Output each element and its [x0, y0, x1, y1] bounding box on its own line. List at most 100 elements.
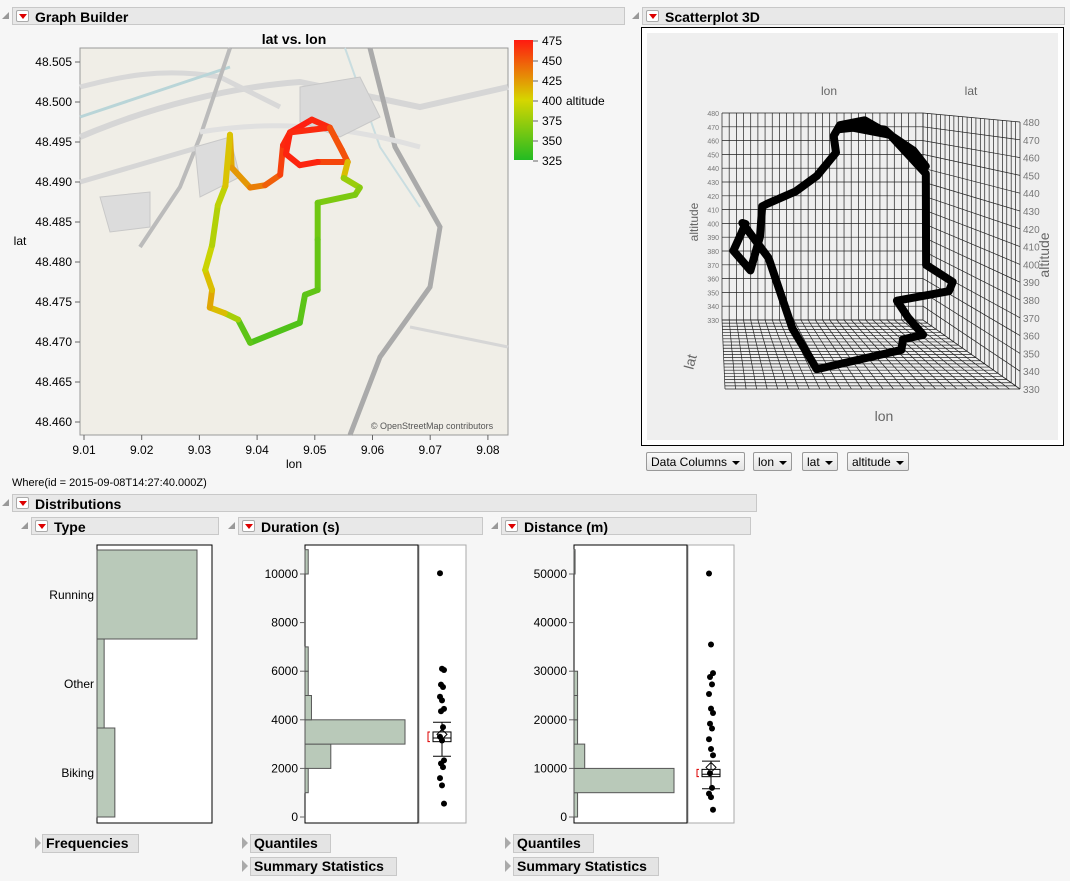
frequencies-outline[interactable]: Frequencies [42, 834, 139, 853]
data-columns-dropdown[interactable]: Data Columns [646, 452, 746, 471]
summary-statistics-outline-distance[interactable]: Summary Statistics [513, 857, 659, 876]
altitude-tick-label-left: 340 [707, 304, 719, 311]
altitude-tick-label-left: 470 [707, 125, 719, 132]
type-category-label: Running [49, 588, 94, 602]
legend-tick-label: 375 [542, 114, 562, 128]
lat-dropdown[interactable]: lat [802, 452, 838, 471]
quantiles-outline-duration[interactable]: Quantiles [250, 834, 331, 853]
red-triangle-menu-icon[interactable] [505, 520, 518, 532]
legend-tick-label: 475 [542, 34, 562, 48]
altitude-tick-label-right: 340 [1023, 367, 1040, 378]
duration-histogram-frame [304, 544, 419, 824]
histogram-bar [573, 792, 579, 818]
distance-panel-header: Distance (m) [501, 517, 751, 535]
histogram-bar [304, 670, 309, 696]
summary-statistics-outline-duration[interactable]: Summary Statistics [250, 857, 397, 876]
altitude-tick-label-right: 430 [1023, 207, 1040, 218]
collapse-scatter3d-icon[interactable] [632, 12, 639, 19]
histogram-bar [573, 670, 579, 696]
map-attribution: © OpenStreetMap contributors [371, 421, 494, 431]
data-point [440, 683, 446, 690]
data-point [710, 709, 716, 716]
altitude-tick-label-left: 390 [707, 235, 719, 242]
graph-builder-header: Graph Builder [12, 7, 625, 25]
data-point [707, 770, 713, 777]
data-point [437, 775, 443, 782]
chevron-down-icon [732, 460, 741, 465]
altitude-tick-label-left: 400 [707, 221, 719, 228]
route-segment [277, 142, 287, 178]
altitude-tick-label-right: 440 [1023, 189, 1040, 200]
altitude-tick-label-right: 330 [1023, 385, 1040, 396]
data-point [441, 666, 447, 673]
data-point [708, 641, 714, 648]
header-title: Type [54, 519, 86, 535]
data-point [706, 736, 712, 743]
altitude-tick-label-right: 390 [1023, 278, 1040, 289]
altitude-tick-label-left: 420 [707, 194, 719, 201]
histogram-bar [304, 743, 332, 769]
collapse-distance-icon[interactable] [491, 522, 498, 529]
legend-tick-label: 425 [542, 74, 562, 88]
altitude-tick-label-left: 350 [707, 290, 719, 297]
altitude-dropdown[interactable]: altitude [847, 452, 909, 471]
lon-axis-label-bottom: lon [875, 408, 894, 424]
red-triangle-menu-icon[interactable] [16, 10, 29, 22]
lon-dropdown[interactable]: lon [753, 452, 793, 471]
y-tick-label: 4000 [271, 713, 298, 727]
data-point [709, 784, 715, 791]
data-point [440, 724, 446, 731]
disclosure-icon[interactable] [35, 837, 41, 849]
collapse-type-icon[interactable] [21, 522, 28, 529]
collapse-graph-builder-icon[interactable] [2, 12, 9, 19]
y-tick-label: 48.465 [35, 375, 72, 389]
distributions-header: Distributions [12, 494, 757, 512]
histogram-bar [304, 719, 406, 745]
data-point [709, 681, 715, 688]
y-tick-label: 0 [560, 810, 567, 824]
x-tick-label: 9.02 [130, 443, 154, 457]
graph-builder-plot: lat vs. lon © OpenStreetMap contributors… [14, 31, 605, 471]
y-tick-label: 48.475 [35, 295, 72, 309]
red-triangle-menu-icon[interactable] [16, 497, 29, 509]
y-tick-label: 48.490 [35, 175, 72, 189]
disclosure-icon[interactable] [242, 860, 248, 872]
quantiles-outline-distance[interactable]: Quantiles [513, 834, 594, 853]
collapse-duration-icon[interactable] [228, 522, 235, 529]
disclosure-icon[interactable] [505, 860, 511, 872]
data-point [441, 800, 447, 807]
histogram-bar [304, 646, 309, 672]
lon-axis-label-top: lon [821, 84, 837, 98]
chevron-down-icon [824, 460, 833, 465]
data-point [439, 697, 445, 704]
trace-3d [729, 116, 957, 374]
y-tick-label: 0 [291, 810, 298, 824]
dropdown-label: lat [807, 455, 820, 469]
red-triangle-menu-icon[interactable] [646, 10, 659, 22]
header-title: Distributions [35, 496, 122, 512]
data-point [706, 691, 712, 698]
disclosure-icon[interactable] [505, 837, 511, 849]
altitude-tick-label-left: 430 [707, 180, 719, 187]
x-tick-label: 9.01 [72, 443, 96, 457]
collapse-distributions-icon[interactable] [2, 499, 9, 506]
duration-panel-header: Duration (s) [238, 517, 483, 535]
disclosure-icon[interactable] [242, 837, 248, 849]
lat-axis-label-top: lat [965, 84, 978, 98]
y-tick-label: 10000 [534, 761, 568, 775]
scatter3d-plot[interactable]: 480 480 470 470 460 460 450 450 440 440 430 430 420 4… [641, 27, 1064, 446]
histogram-bar [573, 549, 576, 575]
header-title: Graph Builder [35, 9, 129, 25]
distribution-plots: Running Other Biking 10000 8000 6000 4000 2000… [49, 544, 735, 824]
type-bar [96, 549, 198, 640]
red-triangle-menu-icon[interactable] [35, 520, 48, 532]
data-point [707, 674, 713, 681]
altitude-tick-label-right: 460 [1023, 154, 1040, 165]
data-point [708, 794, 714, 801]
altitude-tick-label-left: 360 [707, 277, 719, 284]
y-tick-label: 40000 [534, 616, 568, 630]
dropdown-label: Data Columns [651, 455, 728, 469]
altitude-tick-label-left: 330 [707, 318, 719, 325]
altitude-axis-label-right: altitude [1036, 232, 1052, 277]
red-triangle-menu-icon[interactable] [242, 520, 255, 532]
